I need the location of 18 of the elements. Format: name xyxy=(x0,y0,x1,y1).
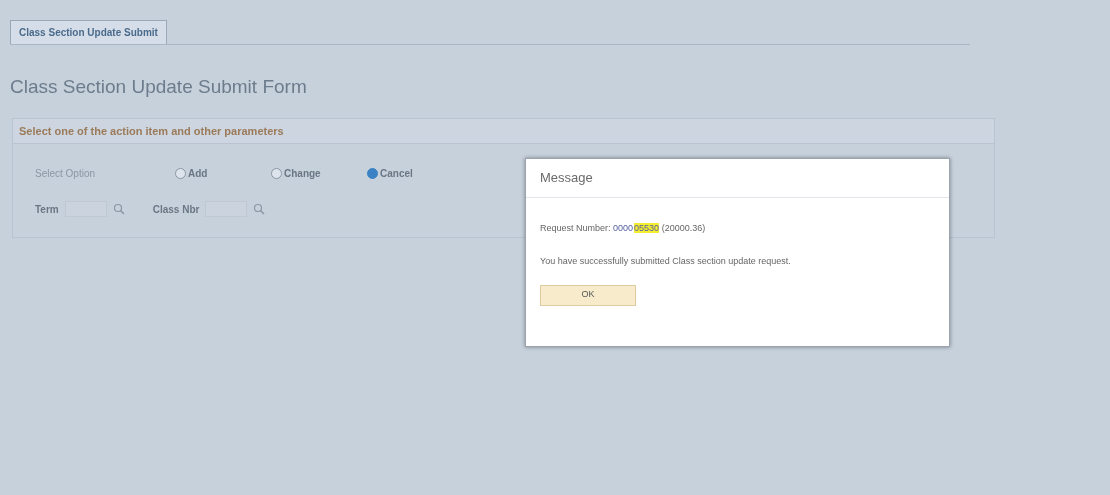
ok-button[interactable]: OK xyxy=(540,284,636,306)
radio-button[interactable] xyxy=(271,168,282,179)
request-number-text: Request Number: 000005530 (20000.36) xyxy=(540,221,707,235)
section-header: Select one of the action item and other parameters xyxy=(13,118,994,144)
radio-button[interactable] xyxy=(367,168,378,179)
option-label: Select Option xyxy=(35,167,97,181)
radio-button[interactable] xyxy=(175,168,186,179)
option-text: Add xyxy=(188,167,208,181)
search-icon[interactable] xyxy=(112,203,125,215)
field-label: Term xyxy=(35,202,59,217)
success-message: You have successfully submitted Class section update request. xyxy=(540,255,792,268)
field-label: Class Nbr xyxy=(152,202,200,217)
page-tab[interactable]: Class Section Update Submit xyxy=(10,20,167,44)
option-text: Cancel xyxy=(380,167,413,181)
page-title: Class Section Update Submit Form xyxy=(10,75,308,99)
dialog-title: Message xyxy=(526,159,949,198)
search-icon[interactable] xyxy=(253,203,266,215)
option-text: Change xyxy=(284,167,321,181)
